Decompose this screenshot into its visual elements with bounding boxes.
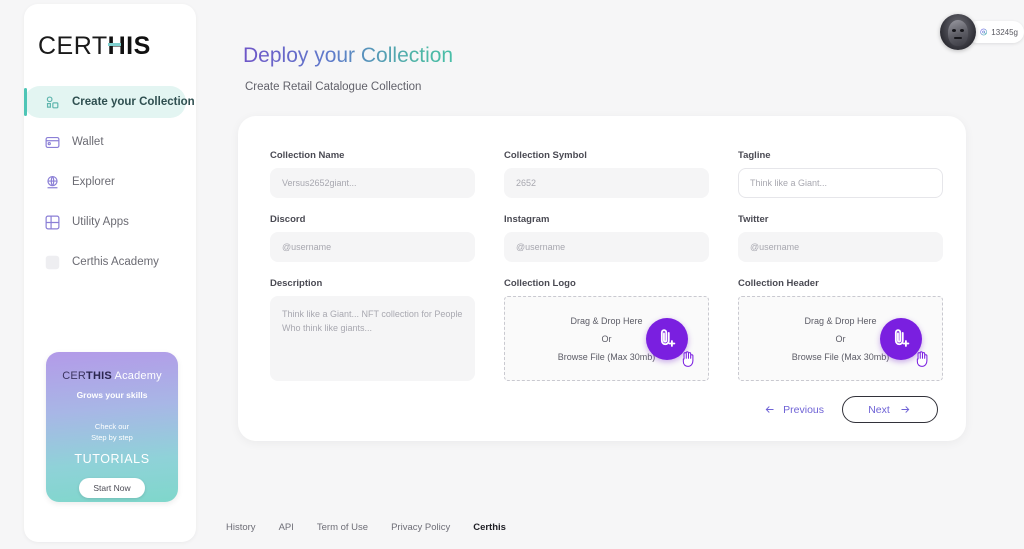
promo-tutorials-text: TUTORIALS (74, 452, 150, 466)
avatar[interactable] (940, 14, 976, 50)
attach-plus-icon (660, 329, 675, 347)
globe-icon (47, 175, 58, 188)
footer-link-privacy-policy[interactable]: Privacy Policy (391, 522, 450, 533)
previous-button[interactable]: Previous (763, 404, 824, 416)
brand-logo-light: CERT (38, 32, 108, 60)
collection-header-dropzone[interactable]: Drag & Drop Here Or Browse File (Max 30m… (738, 296, 943, 381)
sidebar-item-certhis-academy[interactable]: Certhis Academy (30, 246, 186, 278)
collection-name-input[interactable]: Versus2652giant... (270, 168, 475, 198)
promo-line-2: Step by step (91, 433, 133, 442)
start-now-button[interactable]: Start Now (79, 478, 145, 498)
sidebar-item-wallet[interactable]: Wallet (30, 126, 186, 158)
sidebar-item-label: Explorer (72, 176, 115, 188)
brand-logo[interactable]: CERT HIS (38, 32, 151, 61)
promo-subtitle: Grows your skills (76, 390, 148, 400)
field-label: Description (270, 278, 323, 289)
sidebar-item-label: Wallet (72, 136, 104, 148)
form-grid: Collection Name Versus2652giant... Colle… (270, 150, 948, 397)
at-icon (980, 28, 987, 36)
hand-cursor-icon (682, 351, 694, 367)
field-label: Collection Logo (504, 278, 576, 289)
dropzone-drag-text: Drag & Drop Here (570, 315, 643, 326)
field-label: Collection Header (738, 278, 819, 289)
promo-line-1: Check our (94, 422, 130, 431)
form-actions: Previous Next (763, 396, 938, 423)
user-handle-text: 13245g (991, 27, 1018, 37)
discord-input[interactable]: @username (270, 232, 475, 262)
dropzone-drag-text: Drag & Drop Here (804, 315, 877, 326)
instagram-input[interactable]: @username (504, 232, 709, 262)
field-description: Description Think like a Giant... NFT co… (270, 278, 475, 381)
footer-link-term-of-use[interactable]: Term of Use (317, 522, 368, 533)
page-title: Deploy your Collection (243, 44, 454, 67)
avatar-mouth (954, 37, 962, 40)
grid-apps-icon (45, 215, 60, 229)
field-twitter: Twitter @username (738, 214, 943, 262)
field-collection-symbol: Collection Symbol 2652 (504, 150, 709, 198)
collection-symbol-input[interactable]: 2652 (504, 168, 709, 198)
sidebar-item-label: Certhis Academy (72, 256, 159, 268)
previous-button-label: Previous (783, 403, 824, 416)
field-label: Twitter (738, 214, 769, 225)
dropzone-or-text: Or (601, 333, 612, 344)
field-label: Discord (270, 214, 306, 225)
deploy-collection-card: Collection Name Versus2652giant... Colle… (238, 116, 966, 441)
promo-title: CERTHIS Academy (62, 370, 162, 382)
field-label: Collection Symbol (504, 150, 587, 161)
field-label: Tagline (738, 150, 771, 161)
twitter-input[interactable]: @username (738, 232, 943, 262)
sidebar-item-explorer[interactable]: Explorer (30, 166, 186, 198)
field-instagram: Instagram @username (504, 214, 709, 262)
next-button[interactable]: Next (842, 396, 938, 423)
field-collection-name: Collection Name Versus2652giant... (270, 150, 475, 198)
field-collection-logo: Collection Logo Drag & Drop Here Or Brow… (504, 278, 709, 381)
description-textarea[interactable]: Think like a Giant... NFT collection for… (270, 296, 475, 381)
footer-links: History API Term of Use Privacy Policy C… (226, 522, 506, 533)
field-tagline: Tagline Think like a Giant... (738, 150, 943, 198)
sidebar-item-utility-apps[interactable]: Utility Apps (30, 206, 186, 238)
collection-logo-dropzone[interactable]: Drag & Drop Here Or Browse File (Max 30m… (504, 296, 709, 381)
academy-icon (45, 255, 60, 269)
wallet-icon (45, 136, 60, 148)
dropzone-or-text: Or (835, 333, 846, 344)
collection-icon (46, 95, 59, 108)
sidebar-item-create-your-collection[interactable]: Create your Collection (24, 86, 195, 118)
sidebar-nav: Create your Collection Wallet Explorer U… (24, 86, 196, 281)
arrow-left-icon (765, 406, 774, 413)
footer-link-api[interactable]: API (279, 522, 294, 533)
logo-teal-bar (107, 43, 121, 46)
sidebar-item-label: Utility Apps (72, 216, 129, 228)
arrow-right-icon (901, 406, 910, 413)
academy-promo-card[interactable]: CERTHIS Academy Grows your skills Check … (46, 352, 178, 502)
next-button-label: Next (868, 403, 890, 416)
sidebar-item-label: Create your Collection (72, 96, 195, 108)
footer-link-certhis[interactable]: Certhis (473, 522, 506, 533)
avatar-eye-left (951, 29, 956, 33)
field-label: Collection Name (270, 150, 345, 161)
attach-plus-icon (894, 329, 909, 347)
dropzone-browse-text[interactable]: Browse File (Max 30mb) (792, 352, 890, 362)
brand-logo-bold: HIS (107, 32, 151, 60)
page-subtitle: Create Retail Catalogue Collection (245, 81, 422, 93)
hand-cursor-icon (916, 351, 928, 367)
dropzone-browse-text[interactable]: Browse File (Max 30mb) (558, 352, 656, 362)
sidebar: CERT HIS Create your Collection Wallet E… (24, 4, 196, 542)
field-collection-header: Collection Header Drag & Drop Here Or Br… (738, 278, 943, 381)
field-label: Instagram (504, 214, 550, 225)
app-root: CERT HIS Create your Collection Wallet E… (0, 0, 1024, 549)
avatar-face (948, 20, 968, 47)
tagline-input[interactable]: Think like a Giant... (738, 168, 943, 198)
footer-link-history[interactable]: History (226, 522, 256, 533)
user-account-area[interactable]: 13245g (940, 14, 1024, 50)
field-discord: Discord @username (270, 214, 475, 262)
